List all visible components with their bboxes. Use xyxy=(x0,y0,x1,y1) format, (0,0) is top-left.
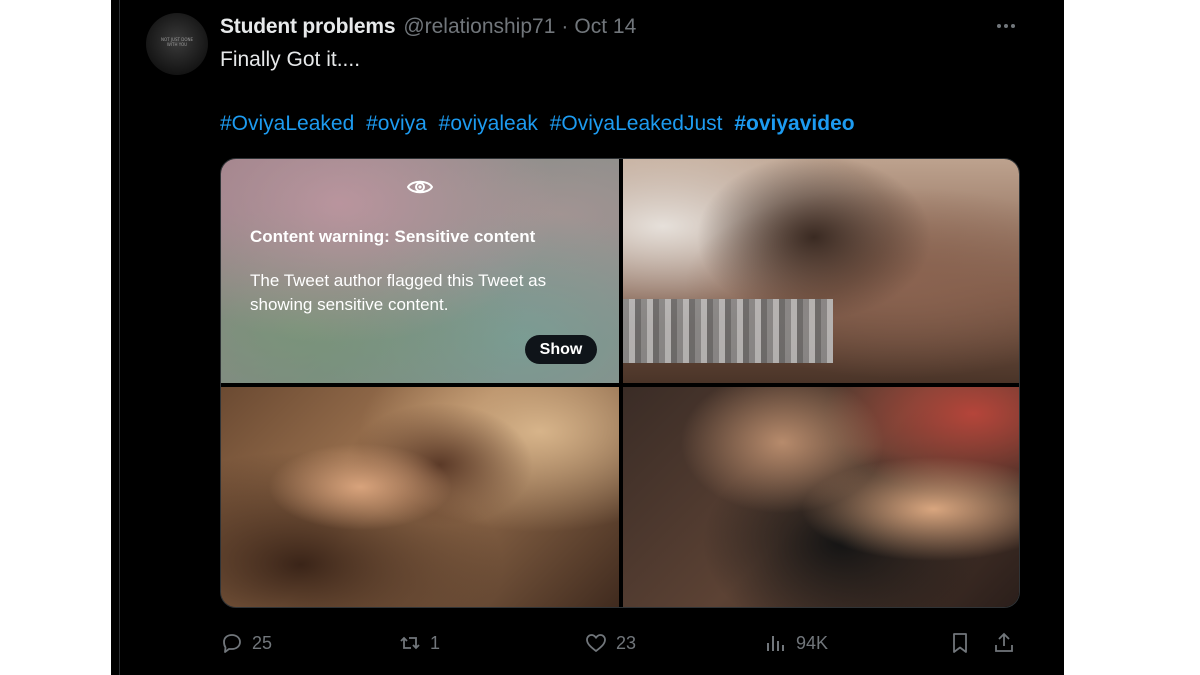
avatar[interactable]: NOT JUST DONE WITH YOU xyxy=(146,13,208,75)
more-dots-icon xyxy=(997,24,1015,28)
repost-icon xyxy=(400,636,420,650)
sensitive-media-tile[interactable]: Content warning: Sensitive content The T… xyxy=(221,159,619,383)
share-icon xyxy=(995,632,1013,652)
media-photo[interactable] xyxy=(623,387,1019,607)
repost-button[interactable]: 1 xyxy=(398,628,440,658)
show-button[interactable]: Show xyxy=(525,335,597,364)
avatar-text: NOT JUST DONE WITH YOU xyxy=(161,37,193,47)
views-count: 94K xyxy=(796,632,829,653)
hashtag-list: #OviyaLeaked #oviya #oviyaleak #OviyaLea… xyxy=(220,112,861,136)
like-button[interactable]: 23 xyxy=(584,628,636,658)
author-handle[interactable]: @relationship71 xyxy=(403,15,555,39)
pixelated-region xyxy=(623,299,833,363)
header-separator: · xyxy=(561,15,569,38)
like-count: 23 xyxy=(616,632,637,653)
views-chart-icon xyxy=(767,636,784,651)
reply-button[interactable]: 25 xyxy=(220,628,272,658)
more-options-button[interactable] xyxy=(990,14,1022,42)
hashtag-link[interactable]: #oviya xyxy=(366,112,427,135)
photo-image xyxy=(623,387,1019,607)
media-grid: Content warning: Sensitive content The T… xyxy=(220,158,1020,608)
bookmark-icon xyxy=(953,633,967,653)
tweet-text: Finally Got it.... xyxy=(220,48,361,71)
media-photo[interactable] xyxy=(623,159,1019,383)
timeline-divider xyxy=(119,0,120,675)
views-button[interactable]: 94K xyxy=(764,628,828,658)
hashtag-link[interactable]: #oviyaleak xyxy=(439,112,538,135)
post-date[interactable]: Oct 14 xyxy=(574,15,636,39)
media-photo[interactable] xyxy=(221,387,619,607)
share-button[interactable] xyxy=(992,628,1016,658)
hashtag-link[interactable]: #oviyavideo xyxy=(734,112,854,135)
heart-icon xyxy=(586,634,606,652)
eye-icon xyxy=(407,180,433,194)
bookmark-button[interactable] xyxy=(948,628,972,658)
content-warning-title: Content warning: Sensitive content xyxy=(250,227,536,246)
hashtag-link[interactable]: #OviyaLeaked xyxy=(220,112,354,135)
repost-count: 1 xyxy=(430,632,441,653)
author-name[interactable]: Student problems xyxy=(220,15,396,39)
hashtag-link[interactable]: #OviyaLeakedJust xyxy=(550,112,723,135)
photo-image xyxy=(221,387,619,607)
reply-count: 25 xyxy=(252,632,273,653)
content-warning-body: The Tweet author flagged this Tweet as s… xyxy=(250,271,547,314)
reply-icon xyxy=(223,634,241,653)
tweet-actions: 25 1 23 94K xyxy=(220,628,1020,658)
tweet-header: Student problems @relationship71 · Oct 1… xyxy=(220,15,636,43)
